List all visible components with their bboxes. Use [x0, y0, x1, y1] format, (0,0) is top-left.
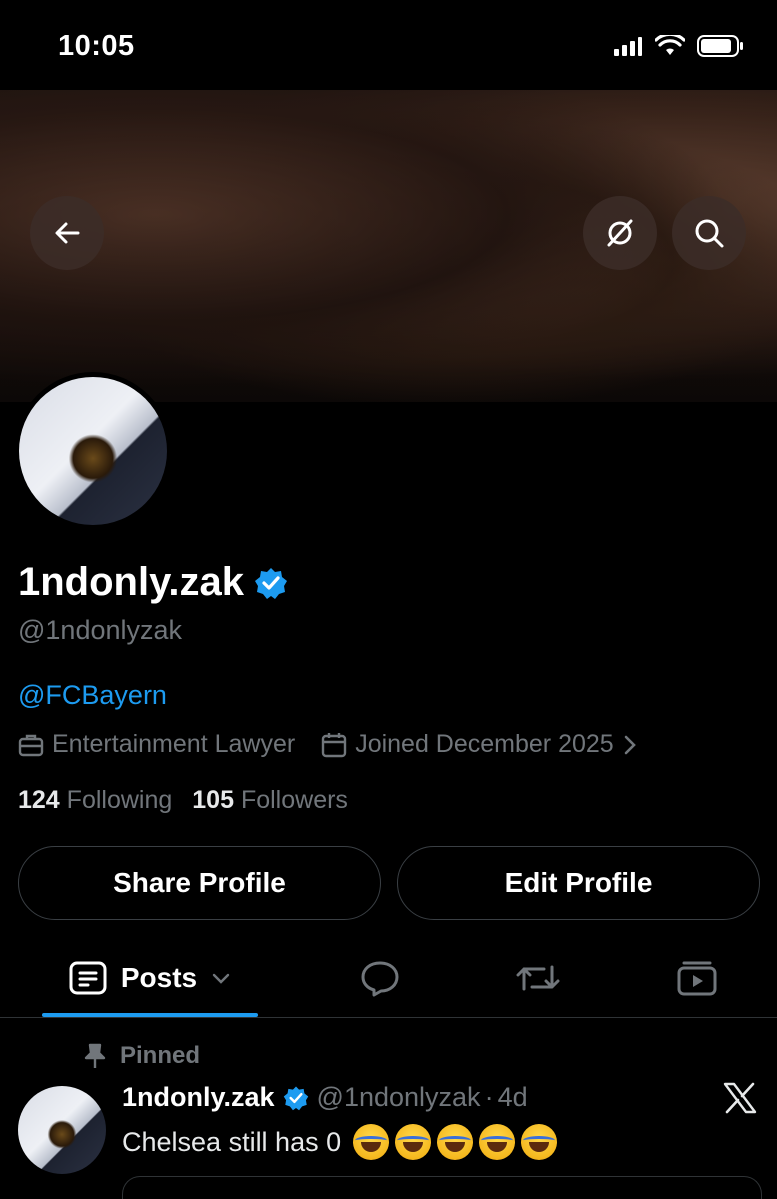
- share-profile-button[interactable]: Share Profile: [18, 846, 381, 920]
- following-stat[interactable]: 124 Following: [18, 786, 172, 815]
- laughing-emoji-icon: [521, 1124, 558, 1160]
- status-time: 10:05: [58, 30, 135, 62]
- pinned-indicator: Pinned: [84, 1042, 200, 1070]
- status-icons: [613, 34, 745, 58]
- pinned-label: Pinned: [120, 1042, 201, 1069]
- reply-icon: [361, 961, 399, 997]
- occupation: Entertainment Lawyer: [18, 730, 295, 759]
- handle: @1ndonlyzak: [18, 615, 183, 645]
- briefcase-icon: [18, 734, 44, 756]
- laughing-emoji-icon: [479, 1124, 516, 1160]
- wifi-icon: [655, 35, 685, 55]
- post-header: 1ndonly.zak @1ndonlyzak · 4d: [122, 1082, 528, 1113]
- search-icon: [695, 219, 724, 248]
- status-bar: 10:05: [0, 0, 777, 90]
- display-name-text: 1ndonly.zak: [18, 560, 244, 604]
- display-name: 1ndonly.zak: [18, 560, 288, 605]
- join-date-text: Joined December 2025: [355, 730, 614, 758]
- chevron-down-icon: [212, 973, 230, 984]
- tab-media[interactable]: [657, 940, 737, 1016]
- join-date[interactable]: Joined December 2025: [321, 730, 638, 759]
- profile-tabs: Posts: [0, 940, 777, 1018]
- tab-posts-label: Posts: [120, 962, 198, 993]
- post-avatar[interactable]: [18, 1086, 106, 1174]
- pin-icon: [84, 1043, 106, 1068]
- signal-icon: [614, 37, 642, 56]
- repost-icon: [516, 965, 560, 991]
- following-count: 124: [18, 786, 60, 814]
- verified-icon: [254, 567, 287, 599]
- followers-count: 105: [192, 786, 234, 814]
- following-label: Following: [66, 786, 173, 814]
- post-separator: ·: [484, 1082, 494, 1112]
- grok-button[interactable]: [583, 196, 657, 270]
- grok-icon: [607, 219, 633, 247]
- post-age: 4d: [497, 1082, 528, 1112]
- laughing-emoji-icon: [395, 1124, 432, 1160]
- x-logo-icon: [723, 1082, 757, 1114]
- post-text: Chelsea still has 0: [122, 1124, 558, 1160]
- tab-indicator: [42, 1013, 258, 1017]
- posts-icon: [69, 961, 107, 995]
- quoted-post-card[interactable]: [122, 1176, 762, 1199]
- search-button[interactable]: [672, 196, 746, 270]
- occupation-text: Entertainment Lawyer: [52, 730, 296, 758]
- laughing-emoji-icon: [353, 1124, 390, 1160]
- video-icon: [677, 961, 717, 996]
- chevron-right-icon: [624, 735, 636, 754]
- bio-link[interactable]: @FCBayern: [18, 680, 167, 711]
- followers-stat[interactable]: 105 Followers: [192, 786, 348, 815]
- post-author-name[interactable]: 1ndonly.zak: [122, 1082, 275, 1113]
- x-logo: [723, 1082, 757, 1119]
- back-button[interactable]: [30, 196, 104, 270]
- avatar-image: [19, 377, 167, 525]
- tab-posts[interactable]: Posts: [42, 940, 258, 1016]
- follow-stats: 124 Following 105 Followers: [18, 786, 348, 815]
- laughing-emoji-icon: [437, 1124, 474, 1160]
- tab-reposts[interactable]: [498, 940, 578, 1016]
- edit-profile-button[interactable]: Edit Profile: [397, 846, 760, 920]
- calendar-icon: [321, 732, 347, 757]
- post-text-body: Chelsea still has 0: [122, 1126, 342, 1157]
- back-arrow-icon: [55, 222, 80, 244]
- tab-replies[interactable]: [340, 940, 420, 1016]
- avatar[interactable]: [14, 372, 172, 530]
- battery-icon: [697, 35, 743, 57]
- verified-icon: [283, 1086, 308, 1110]
- profile-meta: Entertainment Lawyer Joined December 202…: [18, 730, 664, 759]
- followers-label: Followers: [240, 786, 348, 814]
- profile-banner: [0, 90, 777, 402]
- post-author-handle: @1ndonlyzak: [316, 1082, 481, 1112]
